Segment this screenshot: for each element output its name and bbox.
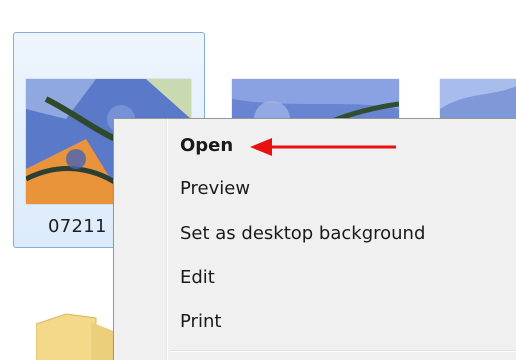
menu-item-print[interactable]: Print <box>180 311 221 332</box>
file-name-label: 07211 <box>48 216 107 237</box>
arrow-left-icon <box>250 138 396 156</box>
menu-item-set-as-desktop-background[interactable]: Set as desktop background <box>180 223 425 244</box>
menu-separator <box>170 350 516 352</box>
menu-item-edit[interactable]: Edit <box>180 267 215 288</box>
menu-icon-gutter <box>166 119 168 360</box>
menu-item-open[interactable]: Open <box>180 135 233 156</box>
menu-item-preview[interactable]: Preview <box>180 178 250 199</box>
explorer-view: 07211 Open Preview Set as desktop backgr… <box>0 0 516 360</box>
